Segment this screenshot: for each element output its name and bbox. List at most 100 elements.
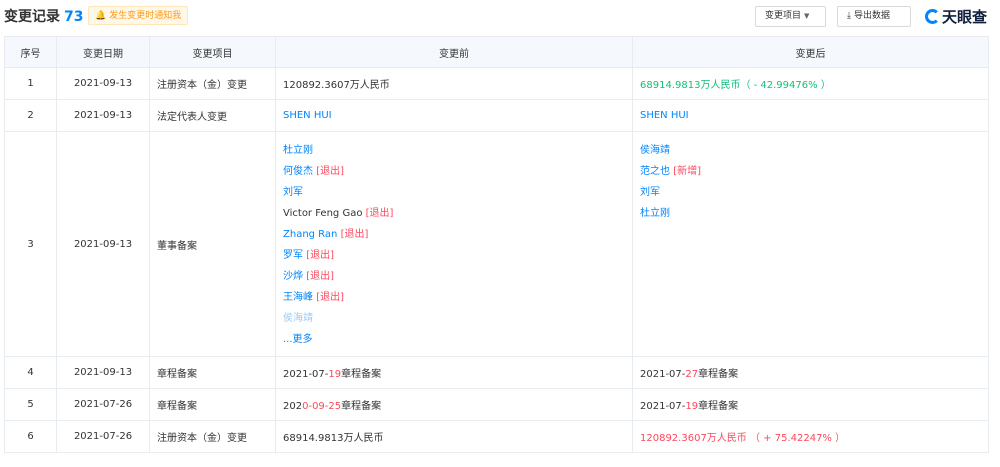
before-prefix: 2021-07- <box>283 369 329 380</box>
after-prefix: 2021-07- <box>640 401 686 412</box>
before-diff: 0-09-25 <box>302 401 342 412</box>
after-diff: 27 <box>685 369 699 380</box>
cell-item: 董事备案 <box>149 131 276 357</box>
exit-tag: [退出] <box>306 271 334 282</box>
cell-before: 杜立刚 何俊杰 [退出] 刘军 Victor Feng Gao [退出] Zha… <box>275 131 633 357</box>
section-title-text: 变更记录 <box>4 9 60 25</box>
notify-me-button[interactable]: 🔔 发生变更时通知我 <box>88 6 189 25</box>
column-header-before: 变更前 <box>275 36 633 68</box>
director-link[interactable]: 罗军 <box>283 250 303 261</box>
column-header-item: 变更项目 <box>149 36 276 68</box>
logo-text: 天眼查 <box>942 7 988 26</box>
download-icon: ⤓ <box>847 11 851 21</box>
cell-after: 2021-07-27章程备案 <box>632 356 989 389</box>
cell-item: 章程备案 <box>149 388 276 421</box>
exit-tag: [退出] <box>316 166 344 177</box>
director-entry: 王海峰 [退出] <box>283 287 632 308</box>
cell-before: 68914.9813万人民币 <box>275 420 633 453</box>
cell-after: 2021-07-19章程备案 <box>632 388 989 421</box>
before-suffix: 章程备案 <box>341 401 382 412</box>
table-row: 6 2021-07-26 注册资本（金）变更 68914.9813万人民币 12… <box>4 420 989 453</box>
bell-icon: 🔔 <box>95 11 107 21</box>
column-header-index: 序号 <box>4 36 57 68</box>
director-link[interactable]: Zhang Ran <box>283 229 337 240</box>
after-suffix: 章程备案 <box>698 369 739 380</box>
table-row: 4 2021-09-13 章程备案 2021-07-19章程备案 2021-07… <box>4 356 989 389</box>
table-row: 3 2021-09-13 董事备案 杜立刚 何俊杰 [退出] 刘军 Victor… <box>4 131 989 357</box>
cell-before: 2021-07-19章程备案 <box>275 356 633 389</box>
cell-before: 120892.3607万人民币 <box>275 67 633 100</box>
cell-item: 注册资本（金）变更 <box>149 420 276 453</box>
cell-index: 6 <box>4 420 57 453</box>
after-prefix: 2021-07- <box>640 369 686 380</box>
after-diff: 19 <box>685 401 699 412</box>
director-link[interactable]: 刘军 <box>640 187 660 198</box>
director-link[interactable]: 刘军 <box>283 187 303 198</box>
director-entry: 罗军 [退出] <box>283 245 632 266</box>
legal-rep-before-link[interactable]: SHEN HUI <box>275 99 633 132</box>
table-row: 5 2021-07-26 章程备案 2020-09-25章程备案 2021-07… <box>4 388 989 421</box>
director-entry: 何俊杰 [退出] <box>283 161 632 182</box>
director-entry: 侯海靖 <box>640 140 988 161</box>
cell-after: 侯海靖 范之也 [新增] 刘军 杜立刚 <box>632 131 989 357</box>
cell-date: 2021-09-13 <box>56 356 150 389</box>
cell-date: 2021-09-13 <box>56 131 150 357</box>
table-header-row: 序号 变更日期 变更项目 变更前 变更后 <box>4 36 989 68</box>
record-count: 73 <box>64 9 84 25</box>
logo-mark-icon <box>925 8 940 24</box>
director-entry: Victor Feng Gao [退出] <box>283 203 632 224</box>
before-prefix: 202 <box>283 401 303 412</box>
notify-label: 发生变更时通知我 <box>109 11 182 21</box>
exit-tag: [退出] <box>365 208 394 219</box>
cell-index: 1 <box>4 67 57 100</box>
more-link[interactable]: ...更多 <box>283 334 313 345</box>
director-link[interactable]: 沙烨 <box>283 271 303 282</box>
cell-before: 2020-09-25章程备案 <box>275 388 633 421</box>
director-entry: Zhang Ran [退出] <box>283 224 632 245</box>
export-data-button[interactable]: ⤓ 导出数据 <box>837 6 911 27</box>
director-link[interactable]: 何俊杰 <box>283 166 313 177</box>
tianyancha-logo: 天眼查 <box>925 6 987 26</box>
cell-index: 2 <box>4 99 57 132</box>
cell-after: 68914.9813万人民币（ - 42.99476% ） <box>632 67 989 100</box>
director-entry: 杜立刚 <box>283 140 632 161</box>
director-link[interactable]: 杜立刚 <box>640 208 670 219</box>
section-header: 变更记录 73 🔔 发生变更时通知我 变更项目 ▼ ⤓ 导出数据 天眼查 <box>0 0 1000 32</box>
exit-tag: [退出] <box>306 250 334 261</box>
before-diff: 19 <box>328 369 342 380</box>
director-link[interactable]: 王海峰 <box>283 292 313 303</box>
director-entry: 沙烨 [退出] <box>283 266 632 287</box>
cell-date: 2021-09-13 <box>56 67 150 100</box>
column-header-after: 变更后 <box>632 36 989 68</box>
column-header-date: 变更日期 <box>56 36 150 68</box>
export-label: 导出数据 <box>853 11 890 21</box>
cell-date: 2021-07-26 <box>56 420 150 453</box>
cell-item: 章程备案 <box>149 356 276 389</box>
director-link[interactable]: 范之也 <box>640 166 670 177</box>
director-name: Victor Feng Gao <box>283 208 363 219</box>
cell-item: 法定代表人变更 <box>149 99 276 132</box>
director-link-faded[interactable]: 侯海靖 <box>283 313 313 324</box>
legal-rep-after-link[interactable]: SHEN HUI <box>632 99 989 132</box>
table-row: 1 2021-09-13 注册资本（金）变更 120892.3607万人民币 6… <box>4 67 989 100</box>
director-entry: 侯海靖 <box>283 308 632 329</box>
director-entry: 刘军 <box>283 182 632 203</box>
director-entry: 范之也 [新增] <box>640 161 988 182</box>
cell-index: 4 <box>4 356 57 389</box>
before-suffix: 章程备案 <box>341 369 382 380</box>
change-item-filter-dropdown[interactable]: 变更项目 ▼ <box>755 6 826 27</box>
director-entry: 刘军 <box>640 182 988 203</box>
cell-item: 注册资本（金）变更 <box>149 67 276 100</box>
table-row: 2 2021-09-13 法定代表人变更 SHEN HUI SHEN HUI <box>4 99 989 132</box>
exit-tag: [退出] <box>316 292 344 303</box>
cell-date: 2021-07-26 <box>56 388 150 421</box>
cell-date: 2021-09-13 <box>56 99 150 132</box>
section-title: 变更记录 73 <box>4 6 83 26</box>
exit-tag: [退出] <box>340 229 369 240</box>
director-link[interactable]: 侯海靖 <box>640 145 670 156</box>
cell-index: 5 <box>4 388 57 421</box>
cell-after: 120892.3607万人民币 （ + 75.42247% ） <box>632 420 989 453</box>
director-link[interactable]: 杜立刚 <box>283 145 313 156</box>
director-entry: 杜立刚 <box>640 203 988 224</box>
after-suffix: 章程备案 <box>698 401 739 412</box>
